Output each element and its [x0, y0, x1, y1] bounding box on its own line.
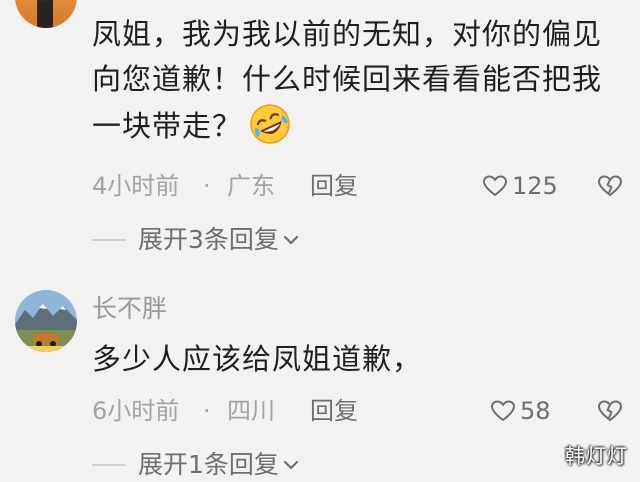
chevron-down-icon: [283, 235, 299, 245]
dislike-button[interactable]: [597, 174, 623, 198]
comment-meta: 6小时前 · 四川 回复 58: [92, 394, 632, 428]
heart-outline-icon: [490, 400, 516, 422]
timestamp: 6小时前: [92, 397, 180, 425]
location: 广东: [227, 172, 275, 200]
comment-body: 多少人应该给凤姐道歉，: [92, 342, 423, 376]
comment-body: 凤姐，我为我以前的无知，对你的偏见向您道歉！什么时候回来看看能否把我一块带走？: [92, 17, 603, 143]
dislike-button[interactable]: [597, 399, 623, 423]
meta-separator: ·: [203, 397, 211, 425]
like-button[interactable]: 58: [490, 394, 551, 428]
like-count: 58: [520, 397, 551, 425]
comment-2: 长不胖 多少人应该给凤姐道歉， 6小时前 · 四川 回复 58 展开1条回复: [0, 270, 640, 481]
broken-heart-icon: [597, 175, 623, 197]
comment-meta: 4小时前 · 广东 回复 125: [92, 169, 632, 203]
avatar[interactable]: [15, 290, 77, 352]
expand-replies-label: 展开1条回复: [138, 450, 279, 479]
like-button[interactable]: 125: [482, 169, 558, 203]
avatar[interactable]: [15, 0, 77, 28]
chevron-down-icon: [283, 460, 299, 470]
meta-separator: ·: [203, 172, 211, 200]
like-count: 125: [512, 172, 558, 200]
comment-text: 凤姐，我为我以前的无知，对你的偏见向您道歉！什么时候回来看看能否把我一块带走？: [92, 12, 622, 149]
watermark: 韩灯灯: [565, 444, 628, 468]
expand-replies[interactable]: 展开1条回复: [92, 448, 300, 482]
expand-replies-label: 展开3条回复: [138, 225, 279, 254]
reply-button[interactable]: 回复: [310, 169, 358, 203]
comment-text: 多少人应该给凤姐道歉，: [92, 337, 622, 382]
comment-1: 凤姐，我为我以前的无知，对你的偏见向您道歉！什么时候回来看看能否把我一块带走？ …: [0, 0, 640, 270]
location: 四川: [227, 397, 275, 425]
heart-outline-icon: [482, 175, 508, 197]
rolling-laughing-emoji-icon: [248, 102, 292, 146]
expand-replies[interactable]: 展开3条回复: [92, 223, 300, 257]
username[interactable]: 长不胖: [92, 292, 167, 326]
divider-line: [92, 464, 126, 466]
reply-button[interactable]: 回复: [310, 394, 358, 428]
divider-line: [92, 239, 126, 241]
broken-heart-icon: [597, 400, 623, 422]
timestamp: 4小时前: [92, 172, 180, 200]
